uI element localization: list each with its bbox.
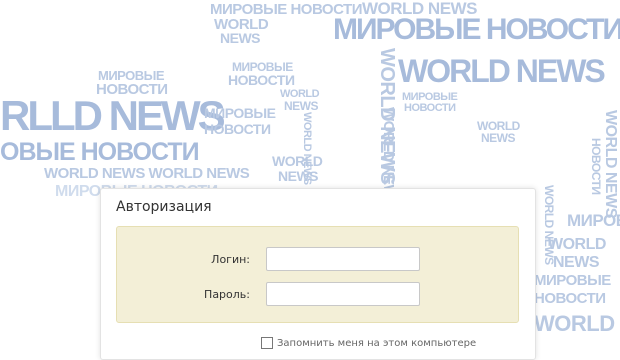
bg-text-novosti-4: НОВОСТИ [404, 102, 456, 114]
bg-text-mirovye-7: МИРОВЫЕ [567, 211, 620, 230]
bg-text-novosti-8: НОВОСТИ [534, 290, 606, 307]
bg-text-world-news-vertical-4: WORLD NEWS [602, 110, 619, 218]
bg-text-news-5: NEWS [553, 254, 600, 271]
bg-text-novosti-3: НОВОСТИ [228, 72, 295, 88]
bg-text-world-news-mid: WORLD NEWS [398, 53, 606, 89]
remember-me-checkbox[interactable] [261, 337, 273, 349]
password-input[interactable] [266, 282, 420, 306]
bg-text-novosti-5: НОВОСТИ [204, 121, 271, 137]
remember-me-row[interactable]: Запомнить меня на этом компьютере [261, 337, 476, 353]
remember-me-label: Запомнить меня на этом компьютере [277, 338, 477, 349]
bg-text-news-1: NEWS [220, 30, 261, 46]
bg-text-world-4: WORLD [272, 153, 323, 169]
login-row: Логин: [117, 247, 518, 273]
bg-text-obye-novosti: ОВЫЕ НОВОСТИ [0, 138, 200, 166]
login-label: Логин: [211, 253, 250, 266]
login-form-box: Логин: Пароль: [116, 226, 519, 323]
bg-text-novosti-vertical: НОВОСТИ [589, 138, 603, 195]
bg-text-world-news-bottom: WORLD NEWS [534, 311, 620, 336]
bg-text-rlld-news: RLLD NEWS [0, 92, 226, 139]
bg-text-news-4: NEWS [278, 168, 319, 184]
bg-text-mirovye-5: МИРОВЫЕ [204, 105, 276, 121]
dialog-title: Авторизация [116, 199, 212, 215]
bg-text-world-5: WORLD [548, 236, 606, 253]
login-input[interactable] [266, 247, 420, 271]
password-row: Пароль: [117, 282, 518, 308]
password-label: Пароль: [204, 288, 250, 301]
bg-text-world-news-row: WORLD NEWS WORLD NEWS [44, 165, 250, 182]
login-dialog: Авторизация Логин: Пароль: Запомнить мен… [100, 188, 536, 360]
bg-text-news-2: NEWS [284, 99, 319, 113]
bg-text-news-3: NEWS [481, 131, 516, 145]
bg-text-mirovye-novosti-big: МИРОВЫЕ НОВОСТИ [333, 13, 620, 46]
bg-text-mirovye-8: МИРОВЫЕ [534, 272, 611, 289]
